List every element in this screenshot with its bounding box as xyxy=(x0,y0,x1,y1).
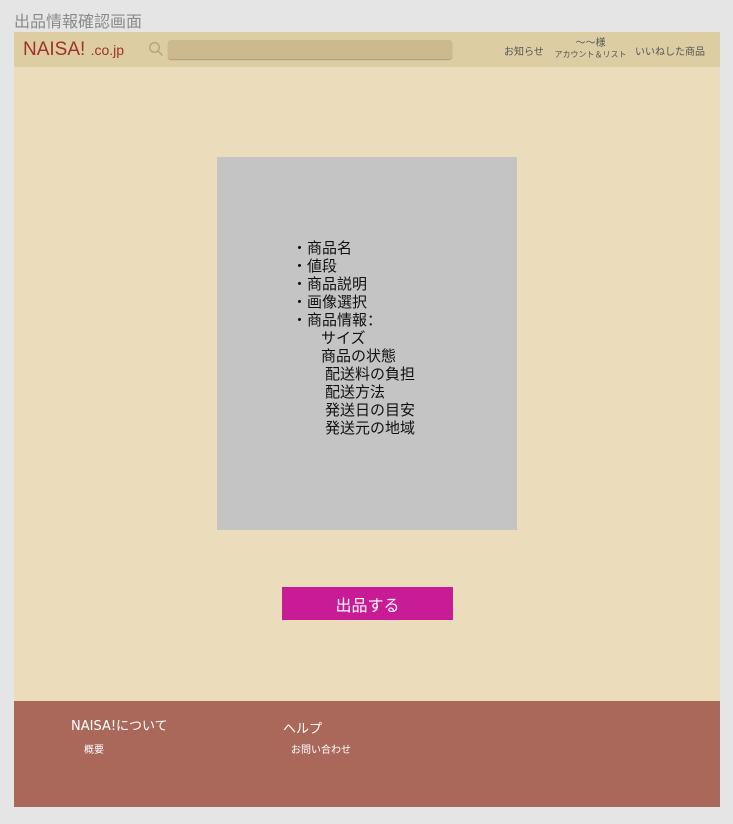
footer-contact-link[interactable]: お問い合わせ xyxy=(291,741,351,756)
footer-help-heading: ヘルプ xyxy=(283,722,323,737)
info-detail-shipping-days: 発送日の目安 xyxy=(325,401,416,419)
site-logo[interactable]: NAISA! .co.jp xyxy=(23,39,124,61)
info-detail-size: サイズ xyxy=(321,329,366,347)
footer: NAISA!について 概要 ヘルプ お問い合わせ xyxy=(14,701,720,807)
logo-suffix: .co.jp xyxy=(90,42,125,58)
submit-listing-button[interactable]: 出品する xyxy=(282,587,453,620)
header-bar: NAISA! .co.jp お知らせ 〜〜様 アカウント＆リスト いいねした商品 xyxy=(14,32,720,67)
account-menu[interactable]: 〜〜様 アカウント＆リスト xyxy=(554,38,627,60)
app-frame: NAISA! .co.jp お知らせ 〜〜様 アカウント＆リスト いいねした商品… xyxy=(14,32,720,807)
account-list-label: アカウント＆リスト xyxy=(554,50,627,59)
info-detail-shipping-method: 配送方法 xyxy=(325,383,386,401)
account-name: 〜〜様 xyxy=(575,38,606,49)
liked-items-link[interactable]: いいねした商品 xyxy=(635,43,705,58)
info-item-product-info: ・商品情報： xyxy=(292,311,383,329)
listing-info-list: ・商品名 ・値段 ・商品説明 ・画像選択 ・商品情報： サイズ 商品の状態 配送… xyxy=(292,239,415,437)
info-item-price: ・値段 xyxy=(292,257,338,275)
page-title: 出品情報確認画面 xyxy=(14,12,143,31)
info-item-product-name: ・商品名 xyxy=(292,239,353,257)
footer-about-link[interactable]: 概要 xyxy=(84,741,104,756)
info-detail-shipping-fee: 配送料の負担 xyxy=(325,365,416,383)
logo-main: NAISA! xyxy=(23,39,91,60)
search-icon[interactable] xyxy=(148,41,164,57)
footer-about-heading: NAISA!について xyxy=(71,719,168,734)
info-item-image: ・画像選択 xyxy=(292,293,368,311)
search-input[interactable] xyxy=(168,40,452,59)
info-detail-condition: 商品の状態 xyxy=(321,347,397,365)
notifications-link[interactable]: お知らせ xyxy=(504,43,544,58)
info-item-description: ・商品説明 xyxy=(292,275,368,293)
info-detail-shipping-origin: 発送元の地域 xyxy=(325,419,416,437)
listing-info-panel: ・商品名 ・値段 ・商品説明 ・画像選択 ・商品情報： サイズ 商品の状態 配送… xyxy=(217,157,517,530)
